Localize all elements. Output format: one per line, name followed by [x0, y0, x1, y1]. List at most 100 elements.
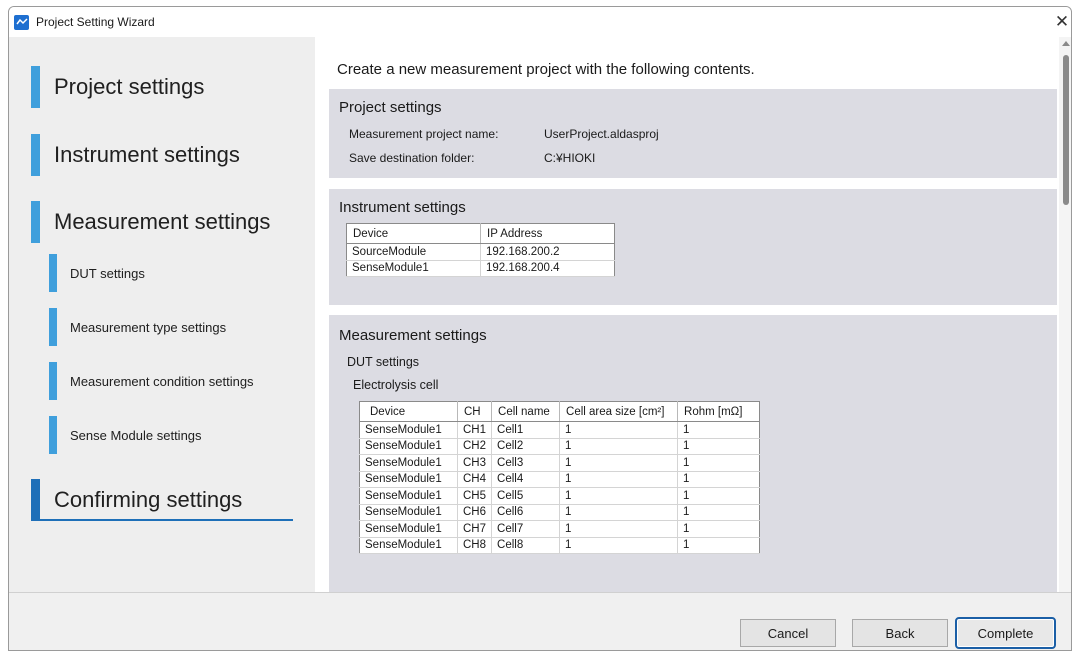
table-cell: 192.168.200.2: [480, 243, 615, 261]
step-instrument-settings[interactable]: Instrument settings: [31, 134, 240, 176]
table-cell: 1: [677, 537, 761, 554]
column-header: Cell name: [491, 401, 561, 422]
cancel-button[interactable]: Cancel: [740, 619, 836, 647]
table-cell: Cell2: [491, 438, 561, 455]
summary-panel: Create a new measurement project with th…: [315, 37, 1071, 592]
table-cell: 1: [559, 520, 679, 538]
table-cell: Cell7: [491, 520, 561, 538]
table-cell: CH5: [457, 487, 493, 505]
section-title: Measurement settings: [339, 327, 487, 344]
table-cell: SourceModule: [346, 243, 481, 261]
table-cell: 1: [559, 537, 679, 554]
table-cell: CH8: [457, 537, 493, 554]
table-cell: Cell4: [491, 471, 561, 488]
measurement-settings-section: Measurement settings DUT settings Electr…: [329, 315, 1057, 592]
table-cell: 1: [677, 487, 761, 505]
table-cell: SenseModule1: [359, 537, 458, 554]
table-cell: SenseModule1: [359, 487, 458, 505]
table-cell: SenseModule1: [346, 260, 481, 277]
table-cell: CH1: [457, 421, 493, 439]
instrument-settings-section: Instrument settings Device IP Address So…: [329, 189, 1057, 305]
intro-text: Create a new measurement project with th…: [337, 61, 755, 78]
column-header: CH: [457, 401, 493, 422]
step-measurement-condition-settings[interactable]: Measurement condition settings: [49, 362, 254, 400]
table-cell: 1: [677, 471, 761, 488]
active-step-underline: [31, 519, 293, 521]
step-label: Instrument settings: [54, 142, 240, 167]
table-row[interactable]: SenseModule1 CH8 Cell8 1 1: [359, 537, 761, 554]
project-name-row: Measurement project name: UserProject.al…: [349, 127, 659, 141]
table-row[interactable]: SenseModule1 CH6 Cell6 1 1: [359, 504, 761, 521]
table-row[interactable]: SenseModule1 CH3 Cell3 1 1: [359, 454, 761, 472]
table-row[interactable]: SenseModule1 CH4 Cell4 1 1: [359, 471, 761, 488]
app-waveform-icon: [14, 14, 29, 30]
table-row[interactable]: SourceModule 192.168.200.2: [346, 243, 615, 261]
step-project-settings[interactable]: Project settings: [31, 66, 204, 108]
table-row[interactable]: SenseModule1 192.168.200.4: [346, 260, 615, 277]
scroll-up-arrow-icon[interactable]: [1062, 41, 1070, 46]
step-measurement-type-settings[interactable]: Measurement type settings: [49, 308, 226, 346]
electrolysis-cell-heading: Electrolysis cell: [353, 378, 439, 392]
step-label: Project settings: [54, 74, 205, 99]
table-cell: SenseModule1: [359, 471, 458, 488]
column-header: Device: [359, 401, 458, 422]
column-header: Device: [346, 223, 481, 244]
table-cell: 1: [677, 454, 761, 472]
dut-settings-heading: DUT settings: [347, 355, 420, 369]
table-header-row: Device IP Address: [346, 223, 615, 244]
column-header: IP Address: [480, 223, 615, 244]
table-cell: 1: [559, 471, 679, 488]
table-cell: 1: [559, 504, 679, 521]
save-folder-label: Save destination folder:: [349, 151, 475, 165]
table-cell: 1: [677, 438, 761, 455]
step-measurement-settings[interactable]: Measurement settings: [31, 201, 270, 243]
back-button[interactable]: Back: [852, 619, 948, 647]
table-row[interactable]: SenseModule1 CH1 Cell1 1 1: [359, 421, 761, 439]
table-cell: CH6: [457, 504, 493, 521]
step-sense-module-settings[interactable]: Sense Module settings: [49, 416, 202, 454]
table-cell: Cell6: [491, 504, 561, 521]
table-cell: CH4: [457, 471, 493, 488]
step-confirming-settings[interactable]: Confirming settings: [31, 479, 242, 521]
vertical-scrollbar[interactable]: [1059, 37, 1071, 592]
table-cell: 192.168.200.4: [480, 260, 615, 277]
table-cell: CH7: [457, 520, 493, 538]
table-cell: SenseModule1: [359, 520, 458, 538]
table-cell: 1: [559, 454, 679, 472]
table-cell: SenseModule1: [359, 438, 458, 455]
table-header-row: Device CH Cell name Cell area size [cm²]…: [359, 401, 761, 422]
wizard-steps-sidebar: Project settings Instrument settings Mea…: [9, 37, 315, 592]
title-bar: Project Setting Wizard ✕: [9, 7, 1071, 37]
table-cell: 1: [559, 438, 679, 455]
table-cell: SenseModule1: [359, 421, 458, 439]
step-label: DUT settings: [70, 265, 145, 281]
column-header: Rohm [mΩ]: [677, 401, 761, 422]
window-title: Project Setting Wizard: [36, 15, 155, 29]
table-cell: SenseModule1: [359, 504, 458, 521]
step-dut-settings[interactable]: DUT settings: [49, 254, 145, 292]
table-row[interactable]: SenseModule1 CH2 Cell2 1 1: [359, 438, 761, 455]
table-cell: 1: [677, 504, 761, 521]
table-cell: CH3: [457, 454, 493, 472]
scrollbar-thumb[interactable]: [1063, 55, 1069, 205]
step-label: Measurement settings: [54, 209, 271, 234]
table-row[interactable]: SenseModule1 CH7 Cell7 1 1: [359, 520, 761, 538]
table-row[interactable]: SenseModule1 CH5 Cell5 1 1: [359, 487, 761, 505]
project-name-value: UserProject.aldasproj: [544, 127, 659, 141]
table-cell: 1: [677, 421, 761, 439]
project-settings-section: Project settings Measurement project nam…: [329, 89, 1057, 178]
table-cell: Cell3: [491, 454, 561, 472]
project-name-label: Measurement project name:: [349, 127, 499, 141]
close-icon[interactable]: ✕: [1051, 11, 1071, 33]
table-cell: 1: [559, 421, 679, 439]
table-cell: Cell1: [491, 421, 561, 439]
save-folder-value: C:¥HIOKI: [544, 151, 596, 165]
wizard-footer: Cancel Back Complete: [9, 592, 1071, 650]
complete-button[interactable]: Complete: [955, 617, 1056, 649]
table-cell: CH2: [457, 438, 493, 455]
step-label: Sense Module settings: [70, 427, 202, 443]
table-cell: Cell8: [491, 537, 561, 554]
section-title: Instrument settings: [339, 199, 466, 216]
save-folder-row: Save destination folder: C:¥HIOKI: [349, 151, 595, 165]
instrument-table: Device IP Address SourceModule 192.168.2…: [346, 223, 615, 277]
